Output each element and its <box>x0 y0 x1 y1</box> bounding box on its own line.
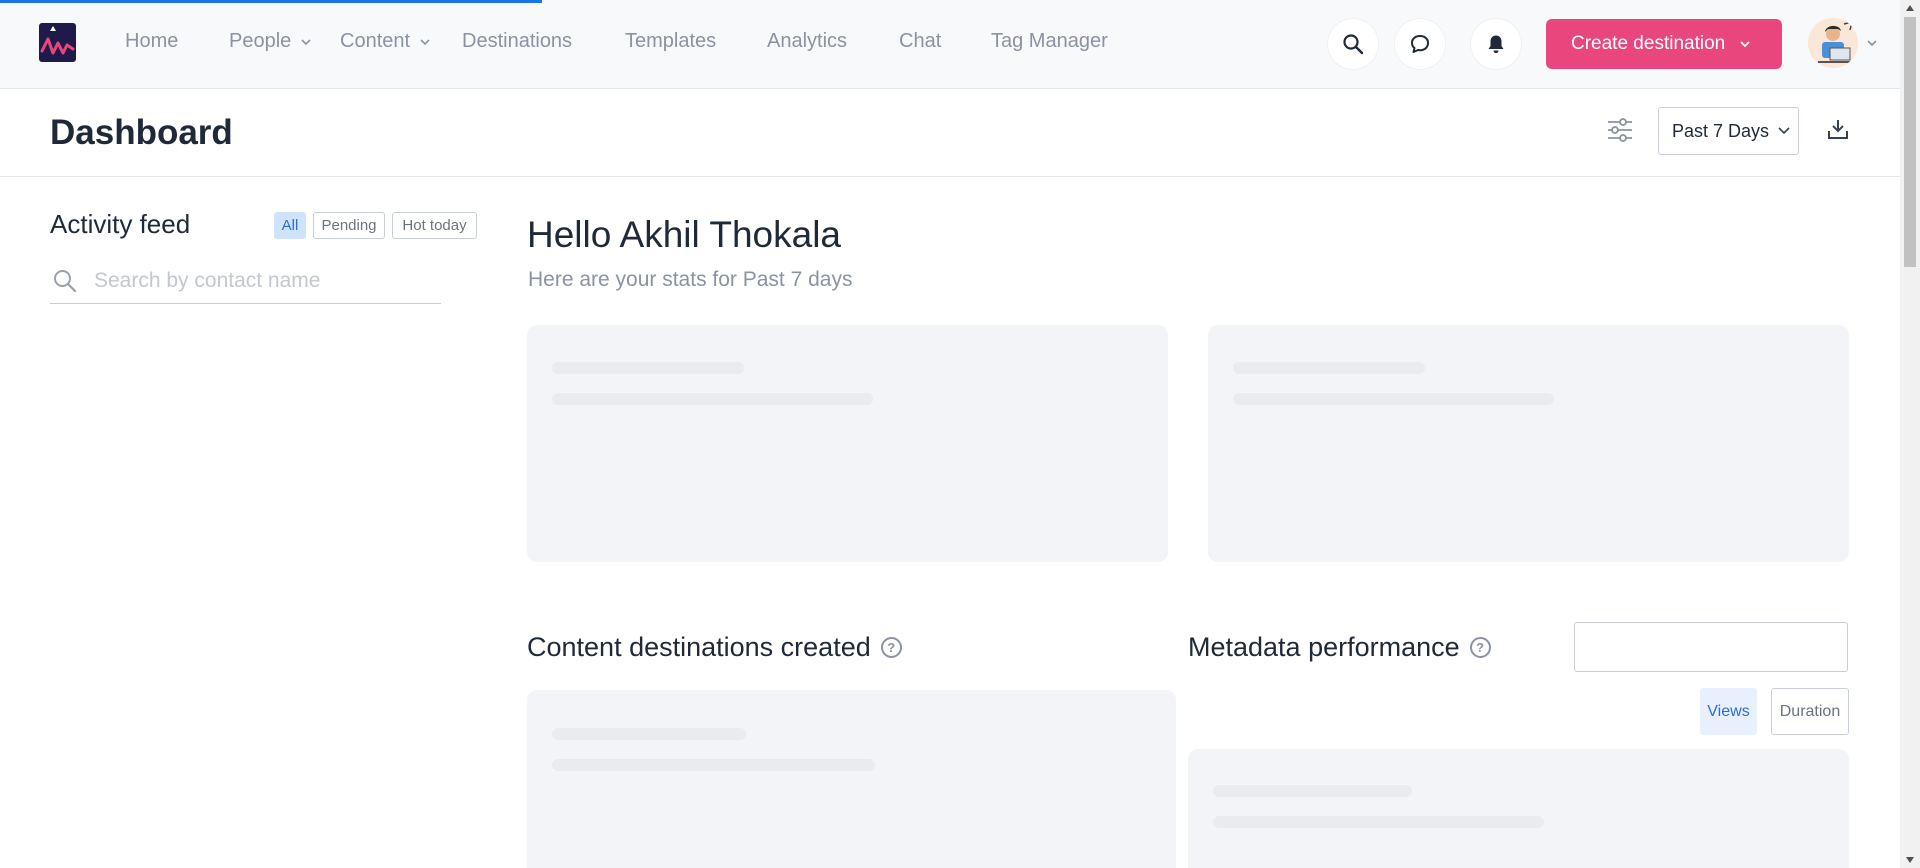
nav-people-label: People <box>229 30 292 52</box>
top-navigation-bar: Home People Content Destinations Templat… <box>0 0 1900 89</box>
contact-search <box>50 262 441 304</box>
page-scrollbar[interactable] <box>1900 0 1920 868</box>
page-header: Dashboard Past 7 Days <box>0 89 1900 177</box>
stat-card-skeleton <box>527 325 1168 562</box>
page-title: Dashboard <box>50 113 233 152</box>
nav-home[interactable]: Home <box>125 30 178 53</box>
nav-destinations-label: Destinations <box>462 30 573 52</box>
metadata-performance-title-text: Metadata performance <box>1188 632 1460 662</box>
greeting-subheading: Here are your stats for Past 7 days <box>528 268 853 291</box>
search-icon <box>54 270 77 293</box>
content-destinations-title-text: Content destinations created <box>527 632 871 662</box>
download-icon[interactable] <box>1826 117 1850 141</box>
filter-chip-pending[interactable]: Pending <box>313 212 385 239</box>
metadata-performance-section-title: Metadata performance ? <box>1188 632 1491 663</box>
nav-destinations[interactable]: Destinations <box>462 30 572 53</box>
period-select-value: Past 7 Days <box>1672 120 1770 141</box>
nav-tag-manager[interactable]: Tag Manager <box>991 30 1108 53</box>
chat-bubble-icon <box>1411 35 1429 53</box>
greeting-heading: Hello Akhil Thokala <box>527 214 841 255</box>
content-destinations-section-title: Content destinations created ? <box>527 632 902 663</box>
metadata-select-input[interactable] <box>1574 622 1848 672</box>
help-circle-icon[interactable]: ? <box>880 637 902 658</box>
create-destination-button[interactable]: Create destination <box>1546 19 1782 69</box>
contact-search-input[interactable] <box>94 264 434 298</box>
nav-chat[interactable]: Chat <box>899 30 941 53</box>
help-circle-icon[interactable]: ? <box>1469 637 1491 658</box>
duration-toggle[interactable]: Duration <box>1771 688 1849 735</box>
activity-feed-title: Activity feed <box>50 209 191 239</box>
chevron-down-icon <box>1740 41 1750 48</box>
chart-card-skeleton <box>1188 749 1849 868</box>
scrollbar-thumb[interactable] <box>1904 17 1916 267</box>
nav-content-label: Content <box>340 30 411 52</box>
nav-chat-label: Chat <box>899 30 942 52</box>
sliders-icon[interactable] <box>1606 116 1634 144</box>
nav-home-label: Home <box>125 30 179 52</box>
nav-analytics-label: Analytics <box>767 30 848 52</box>
create-destination-label: Create destination <box>1571 33 1726 54</box>
nav-templates-label: Templates <box>625 30 717 52</box>
filter-chip-all[interactable]: All <box>274 212 306 239</box>
scroll-down-arrow-icon[interactable] <box>1905 856 1915 864</box>
user-avatar[interactable] <box>1808 18 1858 68</box>
search-icon <box>1343 34 1364 55</box>
bell-icon <box>1488 35 1504 53</box>
nav-people[interactable]: People <box>229 30 313 53</box>
chat-button[interactable] <box>1395 19 1445 69</box>
page-loading-progress-bar <box>0 0 542 3</box>
stat-card-skeleton <box>1208 325 1849 562</box>
nav-templates[interactable]: Templates <box>625 30 716 53</box>
chart-card-skeleton <box>527 690 1176 868</box>
chevron-down-icon <box>420 38 430 45</box>
nav-content[interactable]: Content <box>340 30 432 53</box>
scroll-up-arrow-icon[interactable] <box>1905 4 1915 12</box>
notifications-button[interactable] <box>1471 19 1521 69</box>
filter-chip-hot-today[interactable]: Hot today <box>392 212 477 239</box>
nav-analytics[interactable]: Analytics <box>767 30 847 53</box>
chevron-down-icon <box>1778 127 1790 135</box>
app-logo[interactable] <box>39 23 76 62</box>
chevron-down-icon <box>301 38 311 45</box>
chevron-down-icon[interactable] <box>1866 37 1878 49</box>
period-select[interactable]: Past 7 Days <box>1658 107 1799 155</box>
nav-tag-manager-label: Tag Manager <box>991 30 1108 52</box>
views-toggle[interactable]: Views <box>1700 688 1757 735</box>
global-search-button[interactable] <box>1328 19 1378 69</box>
